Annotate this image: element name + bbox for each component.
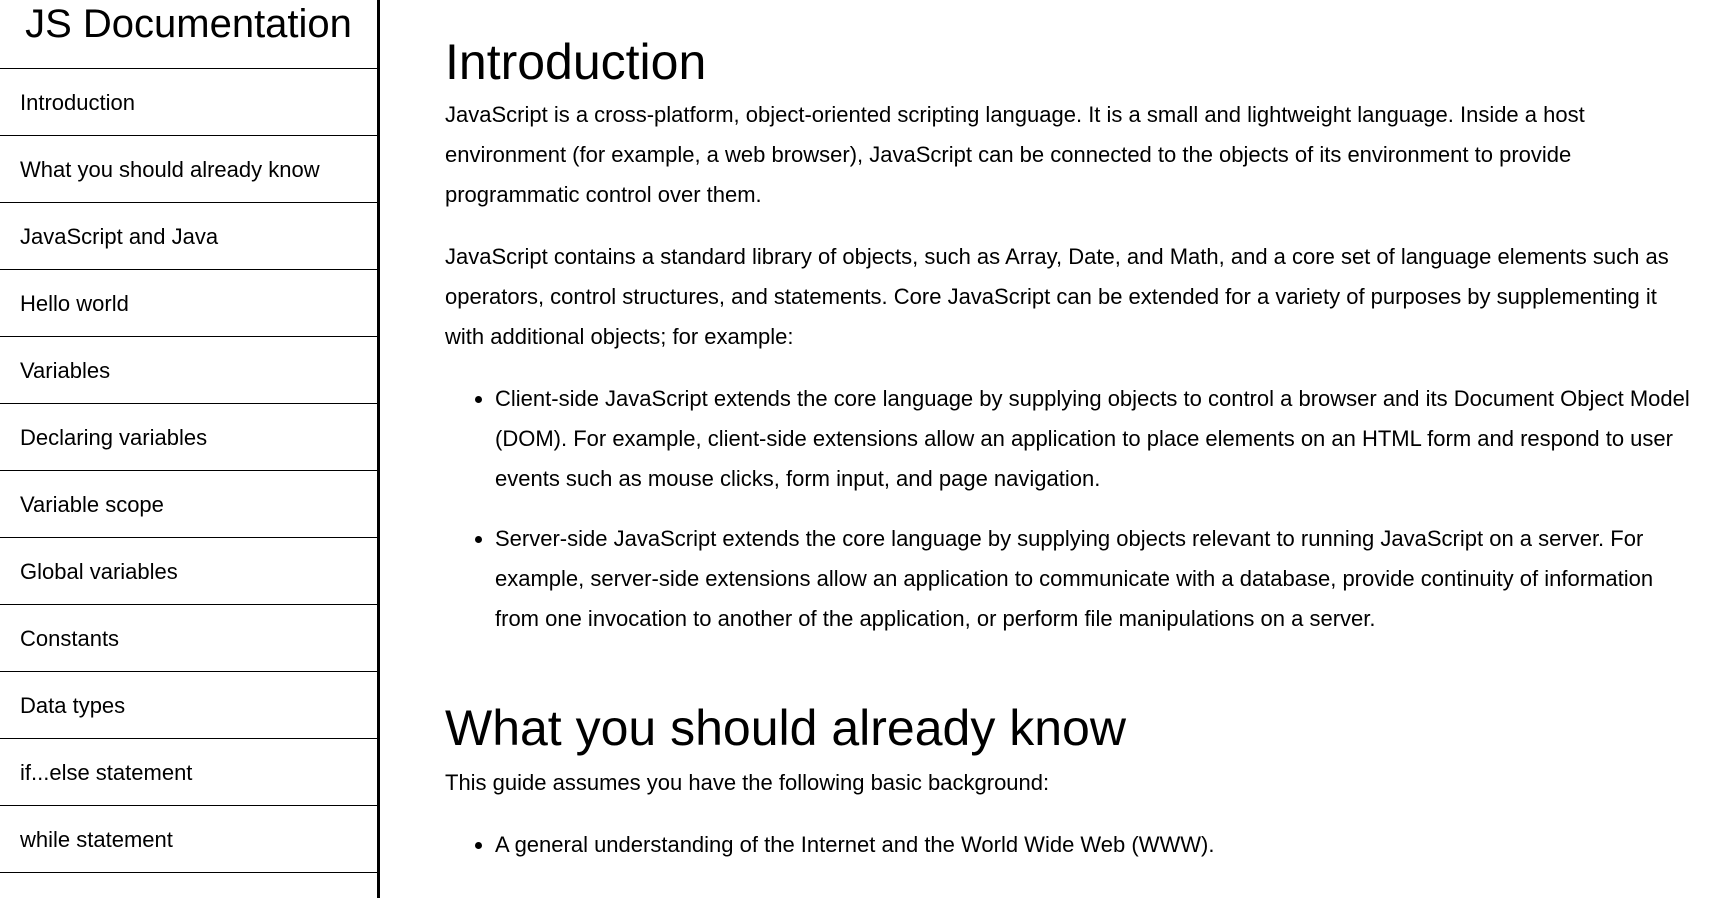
list-item: A general understanding of the Internet … xyxy=(495,825,1700,865)
sidebar-title: JS Documentation xyxy=(0,0,377,69)
bullet-list: A general understanding of the Internet … xyxy=(445,825,1700,865)
section-introduction: Introduction JavaScript is a cross-platf… xyxy=(445,33,1700,639)
nav-link-what-you-should-already-know[interactable]: What you should already know xyxy=(0,136,377,202)
nav-list-item: JavaScript and Java xyxy=(0,203,377,270)
nav-link-variables[interactable]: Variables xyxy=(0,337,377,403)
section-what-you-should-already-know: What you should already know This guide … xyxy=(445,699,1700,865)
list-item: Client-side JavaScript extends the core … xyxy=(495,379,1700,499)
nav-list-item: Data types xyxy=(0,672,377,739)
nav-list-item: Constants xyxy=(0,605,377,672)
sidebar-nav: JS Documentation Introduction What you s… xyxy=(0,0,380,898)
section-paragraph: JavaScript is a cross-platform, object-o… xyxy=(445,102,1585,207)
nav-link-constants[interactable]: Constants xyxy=(0,605,377,671)
nav-list-item: What you should already know xyxy=(0,136,377,203)
list-item: Server-side JavaScript extends the core … xyxy=(495,519,1700,639)
nav-list-item: if...else statement xyxy=(0,739,377,806)
nav-list-item: while statement xyxy=(0,806,377,873)
nav-list-item: Global variables xyxy=(0,538,377,605)
nav-link-data-types[interactable]: Data types xyxy=(0,672,377,738)
nav-list-item: Hello world xyxy=(0,270,377,337)
nav-list-item: Variables xyxy=(0,337,377,404)
nav-link-javascript-and-java[interactable]: JavaScript and Java xyxy=(0,203,377,269)
nav-list-item: Introduction xyxy=(0,69,377,136)
nav-link-introduction[interactable]: Introduction xyxy=(0,69,377,135)
nav-link-variable-scope[interactable]: Variable scope xyxy=(0,471,377,537)
nav-link-hello-world[interactable]: Hello world xyxy=(0,270,377,336)
bullet-list: Client-side JavaScript extends the core … xyxy=(445,379,1700,639)
main-content: Introduction JavaScript is a cross-platf… xyxy=(445,0,1700,898)
section-heading: What you should already know xyxy=(445,700,1126,756)
nav-link-global-variables[interactable]: Global variables xyxy=(0,538,377,604)
nav-link-declaring-variables[interactable]: Declaring variables xyxy=(0,404,377,470)
section-paragraph: This guide assumes you have the followin… xyxy=(445,770,1050,795)
nav-list: Introduction What you should already kno… xyxy=(0,69,377,873)
nav-list-item: Variable scope xyxy=(0,471,377,538)
section-heading: Introduction xyxy=(445,34,707,90)
nav-list-item: Declaring variables xyxy=(0,404,377,471)
nav-link-while-statement[interactable]: while statement xyxy=(0,806,377,872)
section-paragraph: JavaScript contains a standard library o… xyxy=(445,244,1669,349)
nav-link-if-else-statement[interactable]: if...else statement xyxy=(0,739,377,805)
